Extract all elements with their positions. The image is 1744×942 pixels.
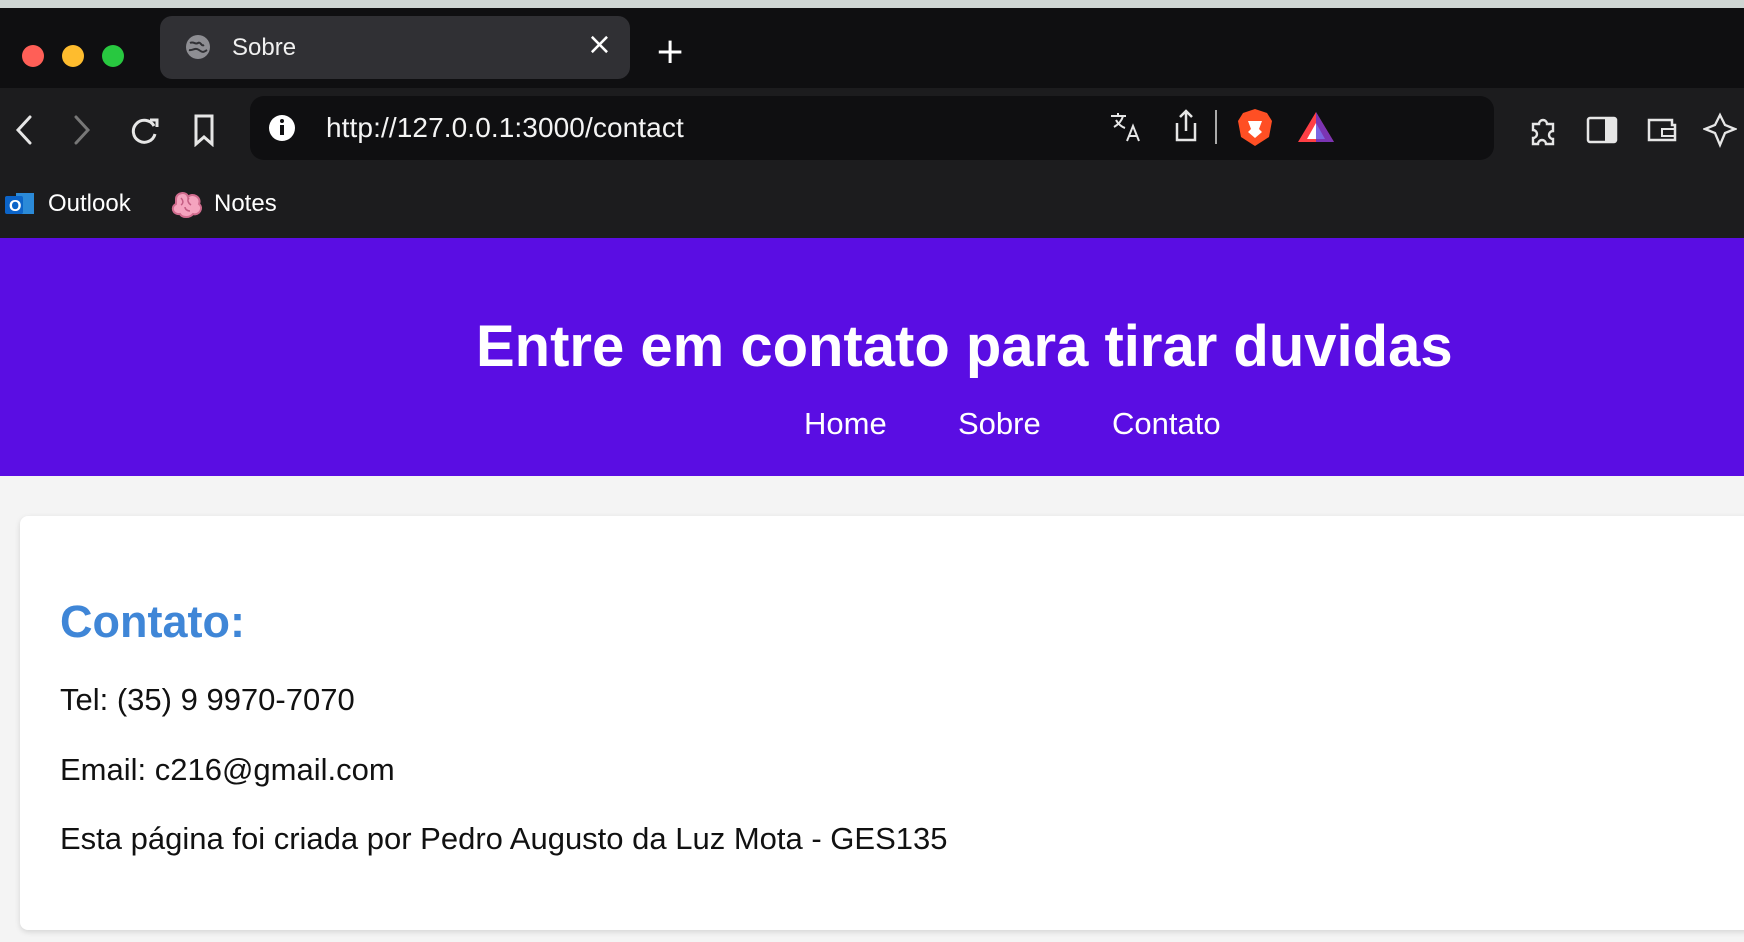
outlook-icon: O <box>5 193 34 215</box>
close-window-button[interactable] <box>22 45 44 67</box>
address-bar[interactable]: http://127.0.0.1:3000/contact <box>250 96 1494 160</box>
bookmark-outlook[interactable]: O Outlook <box>4 184 131 224</box>
brave-shield-icon[interactable] <box>1236 107 1274 147</box>
window-top-edge <box>0 0 1744 8</box>
browser-window: Sobre × + http://127.0.0.1:3000/contact <box>0 0 1744 238</box>
info-icon[interactable] <box>268 114 296 142</box>
site-header: Entre em contato para tirar duvidas Home… <box>0 238 1744 476</box>
author-text: Esta página foi criada por Pedro Augusto… <box>60 821 948 856</box>
back-icon[interactable] <box>8 110 42 150</box>
close-tab-icon[interactable]: × <box>587 30 612 60</box>
contact-heading: Contato: <box>60 596 245 647</box>
phone-text: Tel: (35) 9 9970-7070 <box>60 682 355 717</box>
tab-bar: Sobre × + <box>0 8 1744 88</box>
bookmarks-bar: O Outlook Notes <box>0 172 1744 238</box>
bookmark-label: Outlook <box>48 190 131 217</box>
share-icon[interactable] <box>1172 107 1200 145</box>
nav-link-home[interactable]: Home <box>804 406 887 442</box>
sidebar-icon[interactable] <box>1582 108 1622 152</box>
address-bar-divider <box>1215 110 1217 144</box>
minimize-window-button[interactable] <box>62 45 84 67</box>
extensions-icon[interactable] <box>1522 108 1562 152</box>
bookmark-notes[interactable]: Notes <box>168 184 277 224</box>
email-text: Email: c216@gmail.com <box>60 752 395 787</box>
contact-card: Contato: Tel: (35) 9 9970-7070 Email: c2… <box>20 516 1744 930</box>
forward-icon[interactable] <box>64 110 98 150</box>
nav-link-contato[interactable]: Contato <box>1112 406 1221 442</box>
bookmark-label: Notes <box>214 190 277 217</box>
svg-text:O: O <box>9 198 21 215</box>
tab-title: Sobre <box>232 34 297 61</box>
bookmark-icon[interactable] <box>186 108 222 152</box>
wallet-icon[interactable] <box>1642 108 1682 152</box>
page-title: Entre em contato para tirar duvidas <box>476 314 1453 379</box>
active-tab[interactable]: Sobre × <box>160 16 630 79</box>
navigation-bar: http://127.0.0.1:3000/contact <box>0 88 1744 172</box>
maximize-window-button[interactable] <box>102 45 124 67</box>
new-tab-button[interactable]: + <box>655 34 685 70</box>
reload-icon[interactable] <box>124 108 164 152</box>
brain-icon <box>171 192 203 218</box>
url-text[interactable]: http://127.0.0.1:3000/contact <box>326 112 684 144</box>
nav-link-sobre[interactable]: Sobre <box>958 406 1041 442</box>
globe-icon <box>186 35 210 59</box>
leo-icon[interactable] <box>1700 108 1740 152</box>
translate-icon[interactable] <box>1108 110 1142 144</box>
brave-rewards-icon[interactable] <box>1296 109 1336 145</box>
